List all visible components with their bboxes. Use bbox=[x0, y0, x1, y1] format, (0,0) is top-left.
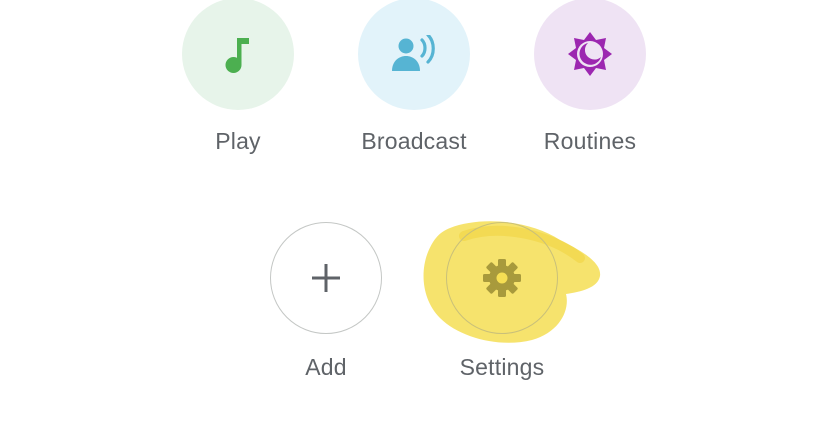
settings-label: Settings bbox=[459, 354, 545, 380]
routines-label: Routines bbox=[543, 128, 637, 154]
music-note-icon bbox=[225, 38, 249, 73]
settings-circle[interactable] bbox=[446, 222, 558, 334]
add-label: Add bbox=[305, 354, 347, 380]
broadcast-label: Broadcast bbox=[361, 128, 467, 154]
add-circle[interactable] bbox=[270, 222, 382, 334]
play-label: Play bbox=[215, 128, 261, 154]
plus-icon bbox=[312, 264, 340, 292]
broadcast-circle[interactable] bbox=[358, 0, 470, 110]
routines-circle[interactable] bbox=[534, 0, 646, 110]
broadcast-icon bbox=[392, 35, 435, 71]
gear-icon bbox=[483, 259, 521, 297]
shortcut-grid: Play Broadcast Routines Add Settings bbox=[0, 0, 828, 435]
routines-sun-moon-icon bbox=[568, 32, 612, 76]
play-circle[interactable] bbox=[182, 0, 294, 110]
